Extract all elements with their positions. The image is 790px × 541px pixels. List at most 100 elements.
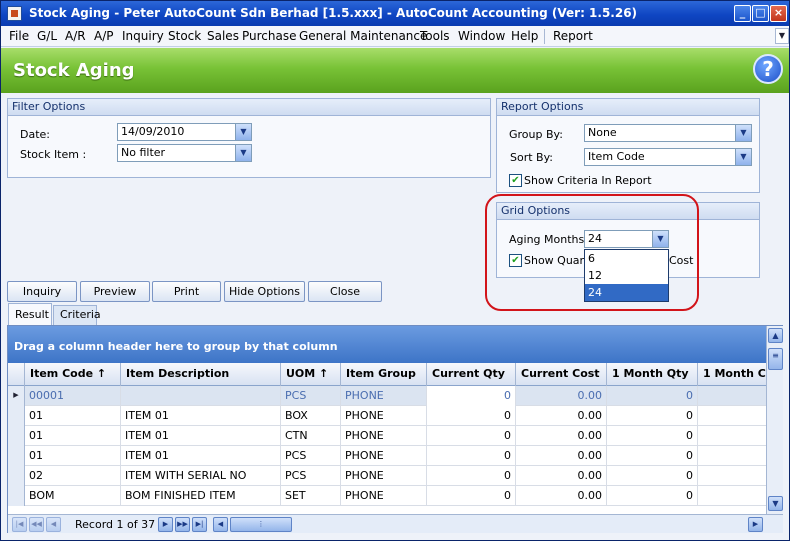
column-item-group[interactable]: Item Group bbox=[341, 363, 427, 386]
group-by-select[interactable]: None ▼ bbox=[584, 124, 752, 142]
menu-purchase[interactable]: Purchase bbox=[242, 29, 297, 43]
cell-uom[interactable]: PCS bbox=[281, 466, 341, 486]
cell-item-group[interactable]: PHONE bbox=[341, 486, 427, 506]
date-field[interactable]: 14/09/2010 ▼ bbox=[117, 123, 252, 141]
cell-current-qty[interactable]: 0 bbox=[427, 386, 516, 406]
dropdown-option-24[interactable]: 24 bbox=[585, 284, 668, 301]
cell-uom[interactable]: CTN bbox=[281, 426, 341, 446]
scroll-down-icon[interactable]: ▼ bbox=[768, 496, 783, 511]
prev-record-icon[interactable]: ◀ bbox=[46, 517, 61, 532]
menu-gl[interactable]: G/L bbox=[37, 29, 57, 43]
cell-current-qty[interactable]: 0 bbox=[427, 426, 516, 446]
table-row[interactable]: ▶ 00001 PCS PHONE 0 0.00 0 bbox=[8, 386, 766, 406]
cell-1-month-qty[interactable]: 0 bbox=[607, 406, 698, 426]
maximize-button[interactable]: □ bbox=[752, 5, 769, 22]
scroll-left-icon[interactable]: ◀ bbox=[213, 517, 228, 532]
cell-current-cost[interactable]: 0.00 bbox=[516, 446, 607, 466]
menu-ap[interactable]: A/P bbox=[94, 29, 114, 43]
cell-1-month-cost[interactable] bbox=[698, 406, 766, 426]
cell-item-description[interactable]: ITEM 01 bbox=[121, 426, 281, 446]
cell-item-description[interactable]: ITEM 01 bbox=[121, 406, 281, 426]
cell-current-cost[interactable]: 0.00 bbox=[516, 486, 607, 506]
help-icon[interactable]: ? bbox=[753, 54, 783, 84]
close-button[interactable]: Close bbox=[308, 281, 382, 302]
cell-current-cost[interactable]: 0.00 bbox=[516, 406, 607, 426]
last-record-icon[interactable]: ▶| bbox=[192, 517, 207, 532]
first-record-icon[interactable]: |◀ bbox=[12, 517, 27, 532]
cell-current-qty[interactable]: 0 bbox=[427, 486, 516, 506]
inquiry-button[interactable]: Inquiry bbox=[7, 281, 77, 302]
cell-1-month-qty[interactable]: 0 bbox=[607, 446, 698, 466]
menu-file[interactable]: File bbox=[9, 29, 29, 43]
cell-item-description[interactable] bbox=[121, 386, 281, 406]
menu-chevron-down-icon[interactable]: ▼ bbox=[775, 28, 789, 44]
tab-criteria[interactable]: Criteria bbox=[53, 305, 101, 325]
scroll-thumb[interactable]: ≡ bbox=[768, 348, 783, 370]
cell-uom[interactable]: PCS bbox=[281, 386, 341, 406]
cell-1-month-qty[interactable]: 0 bbox=[607, 486, 698, 506]
menu-window[interactable]: Window bbox=[458, 29, 505, 43]
table-row[interactable]: 01 ITEM 01 PCS PHONE 0 0.00 0 bbox=[8, 446, 766, 466]
table-row[interactable]: BOM BOM FINISHED ITEM SET PHONE 0 0.00 0 bbox=[8, 486, 766, 506]
cell-current-qty[interactable]: 0 bbox=[427, 406, 516, 426]
cell-uom[interactable]: SET bbox=[281, 486, 341, 506]
cell-current-cost[interactable]: 0.00 bbox=[516, 466, 607, 486]
sort-by-select[interactable]: Item Code ▼ bbox=[584, 148, 752, 166]
tab-result[interactable]: Result bbox=[8, 303, 52, 325]
column-current-cost[interactable]: Current Cost bbox=[516, 363, 607, 386]
group-panel[interactable]: Drag a column header here to group by th… bbox=[8, 326, 766, 363]
scroll-up-icon[interactable]: ▲ bbox=[768, 328, 783, 343]
menu-ar[interactable]: A/R bbox=[65, 29, 86, 43]
cell-item-code[interactable]: 02 bbox=[25, 466, 121, 486]
scroll-right-icon[interactable]: ▶ bbox=[748, 517, 763, 532]
cell-item-code[interactable]: BOM bbox=[25, 486, 121, 506]
menu-sales[interactable]: Sales bbox=[207, 29, 239, 43]
cell-1-month-cost[interactable] bbox=[698, 486, 766, 506]
cell-item-description[interactable]: ITEM 01 bbox=[121, 446, 281, 466]
cell-item-group[interactable]: PHONE bbox=[341, 466, 427, 486]
show-criteria-checkbox[interactable]: ✔ bbox=[509, 174, 522, 187]
column-1-month-cost[interactable]: 1 Month Co bbox=[698, 363, 766, 386]
column-item-description[interactable]: Item Description bbox=[121, 363, 281, 386]
menu-help[interactable]: Help bbox=[511, 29, 538, 43]
cell-item-description[interactable]: ITEM WITH SERIAL NO bbox=[121, 466, 281, 486]
cell-uom[interactable]: BOX bbox=[281, 406, 341, 426]
column-uom[interactable]: UOM ↑ bbox=[281, 363, 341, 386]
table-row[interactable]: 01 ITEM 01 BOX PHONE 0 0.00 0 bbox=[8, 406, 766, 426]
close-window-button[interactable]: × bbox=[770, 5, 787, 22]
column-1-month-qty[interactable]: 1 Month Qty bbox=[607, 363, 698, 386]
cell-current-qty[interactable]: 0 bbox=[427, 446, 516, 466]
menu-report[interactable]: Report bbox=[553, 29, 593, 43]
menu-tools[interactable]: Tools bbox=[420, 29, 450, 43]
cell-1-month-cost[interactable] bbox=[698, 446, 766, 466]
dropdown-option-6[interactable]: 6 bbox=[585, 250, 668, 267]
chevron-down-icon[interactable]: ▼ bbox=[735, 125, 751, 141]
next-record-icon[interactable]: ▶ bbox=[158, 517, 173, 532]
prev-page-icon[interactable]: ◀◀ bbox=[29, 517, 44, 532]
cell-1-month-cost[interactable] bbox=[698, 426, 766, 446]
cell-current-qty[interactable]: 0 bbox=[427, 466, 516, 486]
cell-1-month-cost[interactable] bbox=[698, 386, 766, 406]
next-page-icon[interactable]: ▶▶ bbox=[175, 517, 190, 532]
chevron-down-icon[interactable]: ▼ bbox=[235, 124, 251, 140]
cell-1-month-qty[interactable]: 0 bbox=[607, 386, 698, 406]
vertical-scrollbar[interactable]: ▲ ≡ ▼ bbox=[766, 326, 783, 514]
table-row[interactable]: 01 ITEM 01 CTN PHONE 0 0.00 0 bbox=[8, 426, 766, 446]
cell-current-cost[interactable]: 0.00 bbox=[516, 426, 607, 446]
cell-item-code[interactable]: 01 bbox=[25, 426, 121, 446]
minimize-button[interactable]: _ bbox=[734, 5, 751, 22]
cell-item-code[interactable]: 01 bbox=[25, 406, 121, 426]
dropdown-option-12[interactable]: 12 bbox=[585, 267, 668, 284]
cell-1-month-qty[interactable]: 0 bbox=[607, 426, 698, 446]
column-item-code[interactable]: Item Code ↑ bbox=[25, 363, 121, 386]
cell-item-code[interactable]: 00001 bbox=[25, 386, 121, 406]
cell-item-group[interactable]: PHONE bbox=[341, 406, 427, 426]
cell-item-description[interactable]: BOM FINISHED ITEM bbox=[121, 486, 281, 506]
table-row[interactable]: 02 ITEM WITH SERIAL NO PCS PHONE 0 0.00 … bbox=[8, 466, 766, 486]
cell-item-group[interactable]: PHONE bbox=[341, 386, 427, 406]
menu-general-maintenance[interactable]: General Maintenance bbox=[299, 29, 427, 43]
column-current-qty[interactable]: Current Qty bbox=[427, 363, 516, 386]
horizontal-scroll-thumb[interactable]: ⋮ bbox=[230, 517, 292, 532]
aging-months-dropdown[interactable]: 6 12 24 bbox=[584, 249, 669, 302]
menu-inquiry[interactable]: Inquiry bbox=[122, 29, 164, 43]
